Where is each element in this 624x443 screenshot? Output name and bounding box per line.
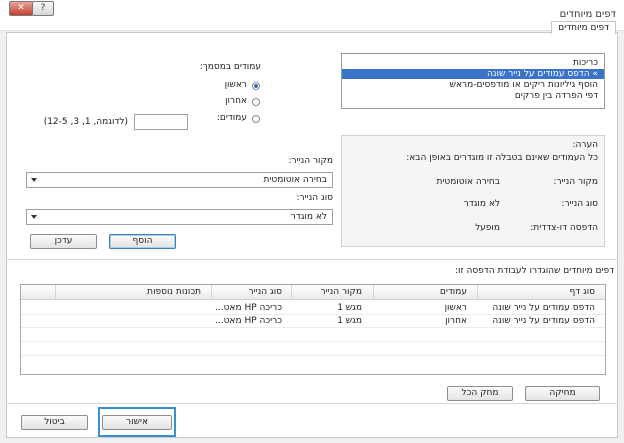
col-extra[interactable]: תכונות נוספות: [147, 287, 201, 297]
clear-all-button[interactable]: מחק הכל: [447, 386, 513, 401]
cell-page-type: הדפס עמודים על נייר שונה: [492, 316, 595, 326]
paper-type-select[interactable]: לא מוגדר: [26, 209, 333, 225]
cell-paper-source: מגש 1: [337, 316, 362, 326]
cell-page-type: הדפס עמודים על נייר שונה: [492, 303, 595, 313]
title-bar: דפים מיוחדים ✕ ?: [0, 0, 624, 31]
radio-pages-label: עמודים:: [216, 113, 247, 123]
cell-paper-source: מגש 1: [337, 303, 362, 313]
radio-first[interactable]: [252, 82, 260, 90]
radio-last-label: אחרון: [225, 96, 247, 106]
list-item[interactable]: הוסף גיליונות ריקים או מודפסים-מראש: [450, 80, 598, 90]
special-pages-dialog: דפים מיוחדים ✕ ? דפים מיוחדים כריכות » ה…: [0, 0, 624, 443]
close-button[interactable]: ✕: [9, 1, 33, 16]
row-divider: [21, 314, 605, 315]
table-header: סוג דף עמודים מקור הנייר סוג הנייר תכונו…: [21, 285, 605, 300]
list-item[interactable]: כריכות: [573, 58, 598, 68]
help-icon: ?: [40, 3, 46, 13]
note-text: כל העמודים שאינם בטבלה זו מוגדרים באופן …: [406, 153, 598, 163]
radio-first-label: ראשון: [224, 80, 247, 90]
note-type-label: סוג הנייר:: [561, 199, 598, 209]
cancel-button[interactable]: ביטול: [21, 415, 88, 430]
note-title: הערה:: [572, 140, 598, 150]
paper-source-label: מקור הנייר:: [288, 156, 333, 166]
special-pages-table[interactable]: סוג דף עמודים מקור הנייר סוג הנייר תכונו…: [20, 284, 606, 375]
update-button[interactable]: עדכן: [30, 234, 97, 249]
note-box: הערה: כל העמודים שאינם בטבלה זו מוגדרים …: [341, 135, 605, 247]
close-icon: ✕: [17, 3, 25, 13]
list-item-selected[interactable]: » הדפס עמודים על נייר שונה: [342, 69, 604, 79]
pages-in-doc-label: עמודים במסמך:: [199, 62, 261, 72]
row-divider: [21, 341, 605, 342]
col-pages[interactable]: עמודים: [440, 287, 467, 297]
cell-pages: אחרון: [445, 316, 467, 326]
paper-source-select[interactable]: בחירה אוטומטית: [26, 172, 333, 188]
col-page-type[interactable]: סוג דף: [569, 287, 595, 297]
note-duplex-value: מופעל: [475, 223, 500, 233]
note-source-label: מקור הנייר:: [553, 177, 598, 187]
tab-special-pages[interactable]: דפים מיוחדים: [551, 21, 616, 34]
row-divider: [21, 327, 605, 328]
help-button[interactable]: ?: [32, 1, 54, 16]
table-caption: דפים מיוחדים שהוגדרו לעבודת הדפסה זו:: [454, 266, 614, 276]
special-pages-list[interactable]: כריכות » הדפס עמודים על נייר שונה הוסף ג…: [341, 53, 605, 109]
window-title: דפים מיוחדים: [559, 9, 616, 20]
chevron-down-icon: [31, 178, 37, 182]
cell-paper-type: כריכה HP מאט...: [215, 316, 282, 326]
pages-example: (לדוגמה, 1, 3, 12-5): [43, 117, 128, 127]
paper-type-label: סוג הנייר:: [296, 193, 333, 203]
delete-button[interactable]: מחיקה: [525, 386, 600, 401]
radio-last[interactable]: [252, 98, 260, 106]
list-item-label: הדפס עמודים על נייר שונה: [487, 69, 590, 79]
cell-paper-type: כריכה HP מאט...: [215, 303, 282, 313]
note-source-value: בחירה אוטומטית: [436, 177, 500, 187]
column-divider: [211, 285, 212, 299]
cell-pages: ראשון: [444, 303, 467, 313]
divider: [6, 259, 618, 260]
column-divider: [477, 285, 478, 299]
column-divider: [373, 285, 374, 299]
column-divider: [55, 285, 56, 299]
note-type-value: לא מוגדר: [463, 199, 500, 209]
column-divider: [291, 285, 292, 299]
radio-pages[interactable]: [252, 115, 260, 123]
col-paper-type[interactable]: סוג הנייר: [249, 287, 282, 297]
pages-input[interactable]: [134, 114, 188, 130]
paper-source-value: בחירה אוטומטית: [263, 175, 327, 185]
divider: [6, 403, 618, 404]
note-duplex-label: הדפסה דו-צדדית:: [530, 223, 598, 233]
selection-marker: »: [592, 69, 598, 79]
row-divider: [21, 355, 605, 356]
list-item[interactable]: דפי הפרדה בין פרקים: [515, 91, 598, 101]
col-paper-source[interactable]: מקור הנייר: [321, 287, 362, 297]
add-button[interactable]: הוסף: [109, 234, 176, 249]
ok-button[interactable]: אישור: [102, 415, 172, 430]
chevron-down-icon: [31, 215, 37, 219]
paper-type-value: לא מוגדר: [290, 212, 327, 222]
